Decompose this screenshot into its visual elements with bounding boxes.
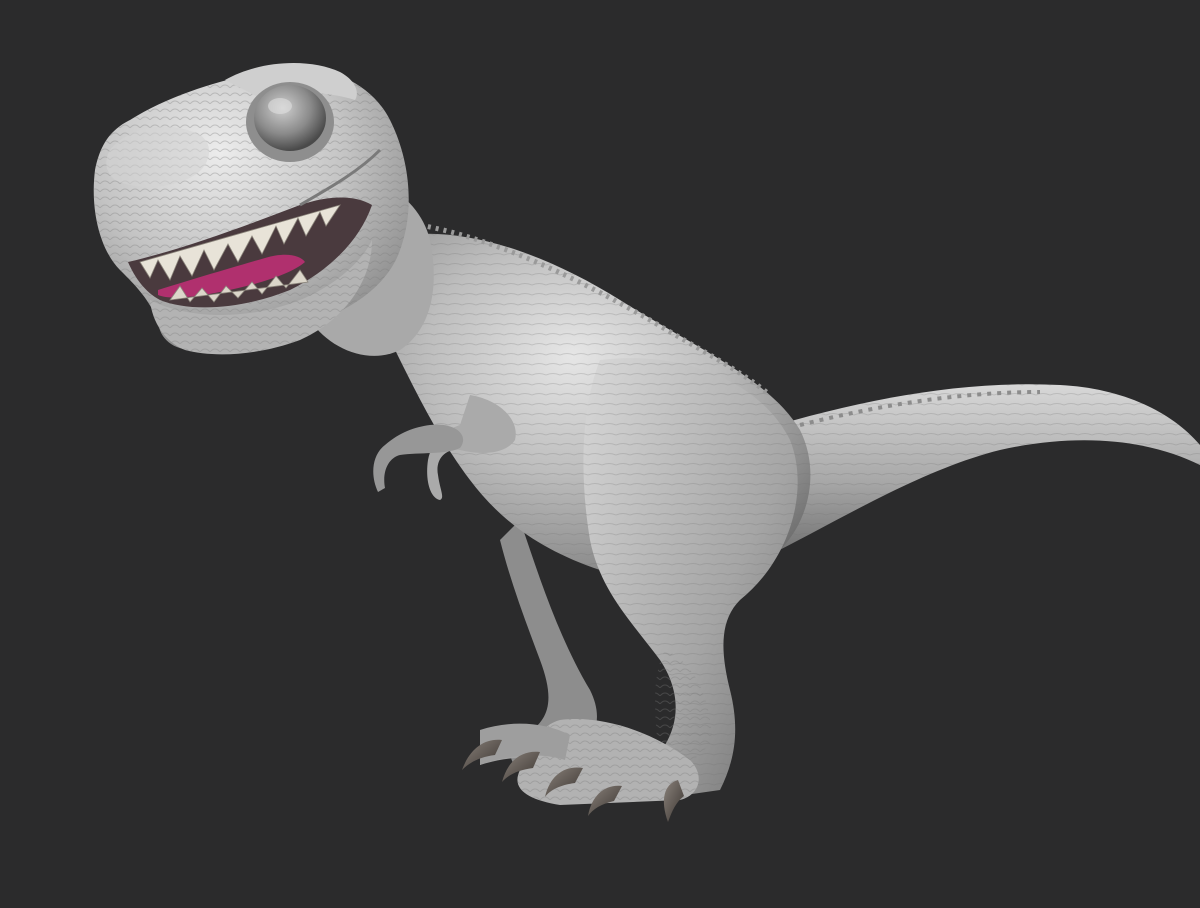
eye <box>246 82 334 162</box>
tail <box>760 384 1200 560</box>
sculpt-viewport[interactable] <box>0 0 1200 908</box>
trex-render <box>93 62 1200 822</box>
